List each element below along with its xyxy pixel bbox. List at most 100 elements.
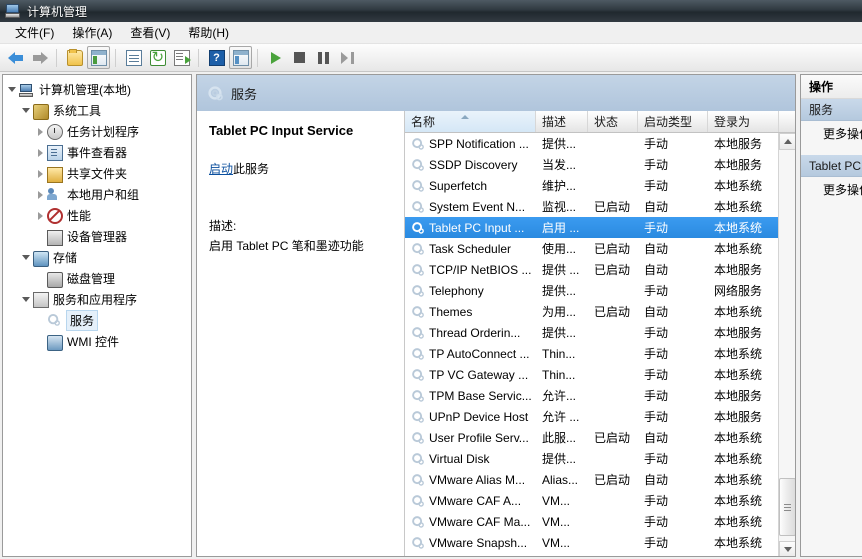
column-header-2[interactable]: 状态 xyxy=(588,111,638,132)
table-row[interactable]: Task Scheduler 使用... 已启动 自动 本地系统 xyxy=(405,238,779,259)
table-row[interactable]: Thread Orderin... 提供... 手动 本地服务 xyxy=(405,322,779,343)
tree-item-4[interactable]: 共享文件夹 xyxy=(3,163,191,184)
table-row[interactable]: VMware CAF A... VM... 手动 本地系统 xyxy=(405,490,779,511)
export-list-button[interactable] xyxy=(170,46,193,69)
column-header-3[interactable]: 启动类型 xyxy=(638,111,708,132)
table-row[interactable]: TCP/IP NetBIOS ... 提供 ... 已启动 自动 本地服务 xyxy=(405,259,779,280)
table-row[interactable]: System Event N... 监视... 已启动 自动 本地系统 xyxy=(405,196,779,217)
service-gear-icon xyxy=(411,494,425,508)
cell-logon: 本地系统 xyxy=(714,452,763,466)
scrollbar-thumb[interactable] xyxy=(779,478,795,536)
menu-help[interactable]: 帮助(H) xyxy=(179,22,238,43)
scroll-up-button[interactable] xyxy=(779,133,795,150)
cell-startup: 自动 xyxy=(644,473,669,487)
pause-service-button[interactable] xyxy=(312,46,335,69)
show-hide-console-tree-button[interactable] xyxy=(87,46,110,69)
performance-icon xyxy=(47,208,63,224)
table-row[interactable]: Virtual Disk 提供... 手动 本地系统 xyxy=(405,448,779,469)
collapse-arrow-icon[interactable] xyxy=(35,184,47,205)
service-gear-icon xyxy=(411,158,425,172)
properties-button[interactable] xyxy=(122,46,145,69)
menu-action[interactable]: 操作(A) xyxy=(63,22,121,43)
table-row[interactable]: Telephony 提供... 手动 网络服务 xyxy=(405,280,779,301)
cell-name: Tablet PC Input ... xyxy=(405,221,536,235)
table-row[interactable]: SPP Notification ... 提供... 手动 本地服务 xyxy=(405,133,779,154)
table-row[interactable]: TP AutoConnect ... Thin... 手动 本地系统 xyxy=(405,343,779,364)
table-row[interactable]: TP VC Gateway ... Thin... 手动 本地系统 xyxy=(405,364,779,385)
table-row[interactable]: VMware Alias M... Alias... 已启动 自动 本地系统 xyxy=(405,469,779,490)
cell-name: Task Scheduler xyxy=(405,242,536,256)
cell-logon: 本地服务 xyxy=(714,158,763,172)
help-button[interactable]: ? xyxy=(205,46,228,69)
tree-item-10[interactable]: 服务和应用程序 xyxy=(3,289,191,310)
column-header-4[interactable]: 登录为 xyxy=(708,111,779,132)
tree-item-9[interactable]: 磁盘管理 xyxy=(3,268,191,289)
cell-name: Themes xyxy=(405,305,536,319)
cell-startup: 手动 xyxy=(644,536,669,550)
tree-item-5[interactable]: 本地用户和组 xyxy=(3,184,191,205)
column-header-label: 启动类型 xyxy=(644,115,693,129)
tree-item-8[interactable]: 存储 xyxy=(3,247,191,268)
tree-item-12[interactable]: WMI 控件 xyxy=(3,331,191,352)
expand-arrow-icon[interactable] xyxy=(21,289,33,310)
collapse-arrow-icon[interactable] xyxy=(35,205,47,226)
storage-icon xyxy=(33,250,49,267)
services-list-pane: 名称 描述 状态 启动类型 登录为 SPP Notification ... 提供... 手… xyxy=(404,111,795,556)
tree-item-label: 本地用户和组 xyxy=(67,188,140,202)
tree-item-3[interactable]: 事件查看器 xyxy=(3,142,191,163)
collapse-arrow-icon[interactable] xyxy=(35,142,47,163)
back-button[interactable] xyxy=(4,46,27,69)
actions-pane: 操作 服务 更多操作 Tablet PC 更多操作 xyxy=(800,74,862,557)
collapse-arrow-icon[interactable] xyxy=(35,163,47,184)
cell-logon: 本地系统 xyxy=(714,494,763,508)
column-header-1[interactable]: 描述 xyxy=(536,111,588,132)
expand-arrow-icon[interactable] xyxy=(21,247,33,268)
expand-arrow-icon[interactable] xyxy=(21,100,33,121)
restart-service-button[interactable] xyxy=(336,46,359,69)
stop-service-button[interactable] xyxy=(288,46,311,69)
refresh-button[interactable] xyxy=(146,46,169,69)
menu-view[interactable]: 查看(V) xyxy=(121,22,179,43)
tree-item-1[interactable]: 系统工具 xyxy=(3,100,191,121)
actions-more-actions-services[interactable]: 更多操作 xyxy=(801,121,862,145)
menu-file[interactable]: 文件(F) xyxy=(6,22,63,43)
table-row[interactable]: Tablet PC Input ... 启用 ... 手动 本地系统 xyxy=(405,217,779,238)
cell-logon: 网络服务 xyxy=(714,284,763,298)
start-service-button[interactable] xyxy=(264,46,287,69)
show-hide-action-pane-button[interactable] xyxy=(229,46,252,69)
tree-item-11[interactable]: 服务 xyxy=(3,310,191,331)
actions-more-actions-selected[interactable]: 更多操作 xyxy=(801,177,862,201)
tree-item-6[interactable]: 性能 xyxy=(3,205,191,226)
table-row[interactable]: User Profile Serv... 此服... 已启动 自动 本地系统 xyxy=(405,427,779,448)
cell-text: Task Scheduler xyxy=(429,241,512,256)
services-gear-icon xyxy=(47,313,63,329)
table-row[interactable]: Superfetch 维护... 手动 本地系统 xyxy=(405,175,779,196)
expand-arrow-icon[interactable] xyxy=(7,79,19,100)
services-gear-icon xyxy=(207,85,223,101)
forward-button[interactable] xyxy=(28,46,51,69)
table-row[interactable]: Themes 为用... 已启动 自动 本地系统 xyxy=(405,301,779,322)
table-row[interactable]: SSDP Discovery 当发... 手动 本地服务 xyxy=(405,154,779,175)
collapse-arrow-icon[interactable] xyxy=(35,121,47,142)
cell-startup: 手动 xyxy=(644,284,669,298)
cell-startup: 自动 xyxy=(644,305,669,319)
services-and-apps-icon xyxy=(33,292,49,308)
tree-item-7[interactable]: 设备管理器 xyxy=(3,226,191,247)
cell-text: Thread Orderin... xyxy=(429,325,521,340)
tree-item-0[interactable]: 计算机管理(本地) xyxy=(3,79,191,100)
table-row[interactable]: VMware Snapsh... VM... 手动 本地系统 xyxy=(405,532,779,553)
table-row[interactable]: UPnP Device Host 允许 ... 手动 本地服务 xyxy=(405,406,779,427)
toolbar-separator xyxy=(257,48,259,67)
services-list-scrollbar[interactable] xyxy=(778,133,795,556)
table-row[interactable]: TPM Base Servic... 允许... 手动 本地服务 xyxy=(405,385,779,406)
cell-text: System Event N... xyxy=(429,199,526,214)
cell-status: 已启动 xyxy=(594,473,631,487)
table-row[interactable]: VMware CAF Ma... VM... 手动 本地系统 xyxy=(405,511,779,532)
scroll-down-button[interactable] xyxy=(779,541,795,556)
up-folder-button[interactable] xyxy=(63,46,86,69)
start-service-link[interactable]: 启动 xyxy=(209,162,233,176)
cell-text: VMware CAF A... xyxy=(429,493,522,508)
column-header-0[interactable]: 名称 xyxy=(405,111,536,132)
tree-item-2[interactable]: 任务计划程序 xyxy=(3,121,191,142)
